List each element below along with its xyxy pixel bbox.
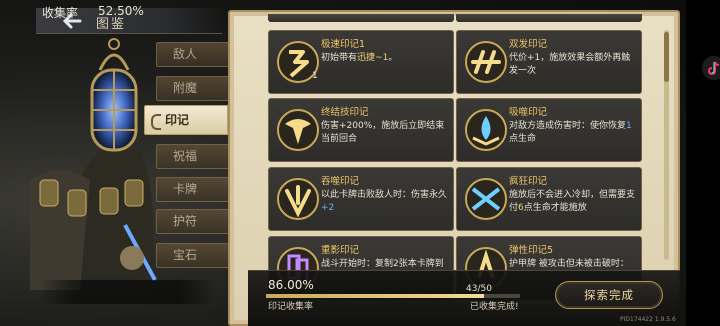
mark-name: 双发印记 <box>509 39 548 50</box>
card-edge <box>268 14 454 22</box>
mark-card-madness[interactable]: 疯狂印记 施放后不会进入冷却，但需要支付6点生命才能施放 <box>456 167 642 231</box>
devour-mark-icon <box>277 178 319 220</box>
tab-cards[interactable]: 卡牌 <box>156 177 228 202</box>
mark-card-absorb[interactable]: 吸噬印记 对敌方造成伤害时：使你恢复1点生命 <box>456 98 642 162</box>
version-label: PID174422 1.9.5.6 <box>620 316 676 323</box>
progress-fill <box>266 294 485 298</box>
card-edge <box>456 14 642 22</box>
progress-percent: 86.00% <box>268 278 314 292</box>
madness-mark-icon <box>465 178 507 220</box>
mark-name: 吸噬印记 <box>509 107 548 118</box>
progress-done-label: 已收集完成! <box>470 302 519 312</box>
mark-name: 弹性印记5 <box>509 245 554 256</box>
mark-name: 吞噬印记 <box>321 176 360 187</box>
tab-enemies[interactable]: 敌人 <box>156 42 228 67</box>
collection-rate-value: 52.50% <box>98 4 144 18</box>
finisher-mark-icon <box>277 109 319 151</box>
mark-card-swift[interactable]: 1 极速印记1 初始带有迅捷~1。 <box>268 30 454 94</box>
progress-label: 印记收集率 <box>268 302 314 312</box>
collection-rate-bar <box>40 280 215 304</box>
mark-description: 初始带有迅捷~1。 <box>321 53 398 63</box>
mark-description: 代价+1，施放效果会额外再触发一次 <box>509 53 631 76</box>
mark-card-double-cast[interactable]: 双发印记 代价+1，施放效果会额外再触发一次 <box>456 30 642 94</box>
mark-card-devour[interactable]: 吞噬印记 以此卡牌击败敌人时：伤害永久 +2 <box>268 167 454 231</box>
tab-charms[interactable]: 护符 <box>156 209 228 234</box>
mark-name: 疯狂印记 <box>509 176 548 187</box>
absorb-mark-icon <box>465 109 507 151</box>
tiktok-icon[interactable] <box>702 56 720 80</box>
mark-card-finisher[interactable]: 终结技印记 伤害+200%，施放后立即结束当前回合 <box>268 98 454 162</box>
mark-level-badge: 1 <box>312 71 318 81</box>
mark-name: 重影印记 <box>321 245 360 256</box>
game-screen: 图鉴 敌人 附魔 印记 祝福 卡牌 护符 宝石 收集率 52.50% 1 极速印… <box>0 0 720 326</box>
mark-name: 终结技印记 <box>321 107 369 118</box>
tab-blessings[interactable]: 祝福 <box>156 144 228 169</box>
mark-description: 伤害+200%，施放后立即结束当前回合 <box>321 121 445 144</box>
progress-fraction: 43/50 <box>466 284 492 294</box>
mark-description: 施放后不会进入冷却，但需要支付6点生命才能施放 <box>509 190 636 213</box>
explore-complete-button[interactable]: 探索完成 <box>555 281 663 309</box>
progress-track <box>266 294 520 298</box>
double-cast-mark-icon <box>465 41 507 83</box>
scrollbar-thumb[interactable] <box>664 32 669 82</box>
mark-description: 以此卡牌击败敌人时：伤害永久 +2 <box>321 190 448 213</box>
screen-edge <box>686 0 720 326</box>
tab-gems[interactable]: 宝石 <box>156 243 228 268</box>
collection-rate-label: 收集率 <box>42 6 79 20</box>
mark-description: 对敌方造成伤害时：使你恢复1点生命 <box>509 121 632 144</box>
tab-enchant[interactable]: 附魔 <box>156 76 228 101</box>
mark-name: 极速印记1 <box>321 39 366 50</box>
tab-marks[interactable]: 印记 <box>144 105 228 135</box>
